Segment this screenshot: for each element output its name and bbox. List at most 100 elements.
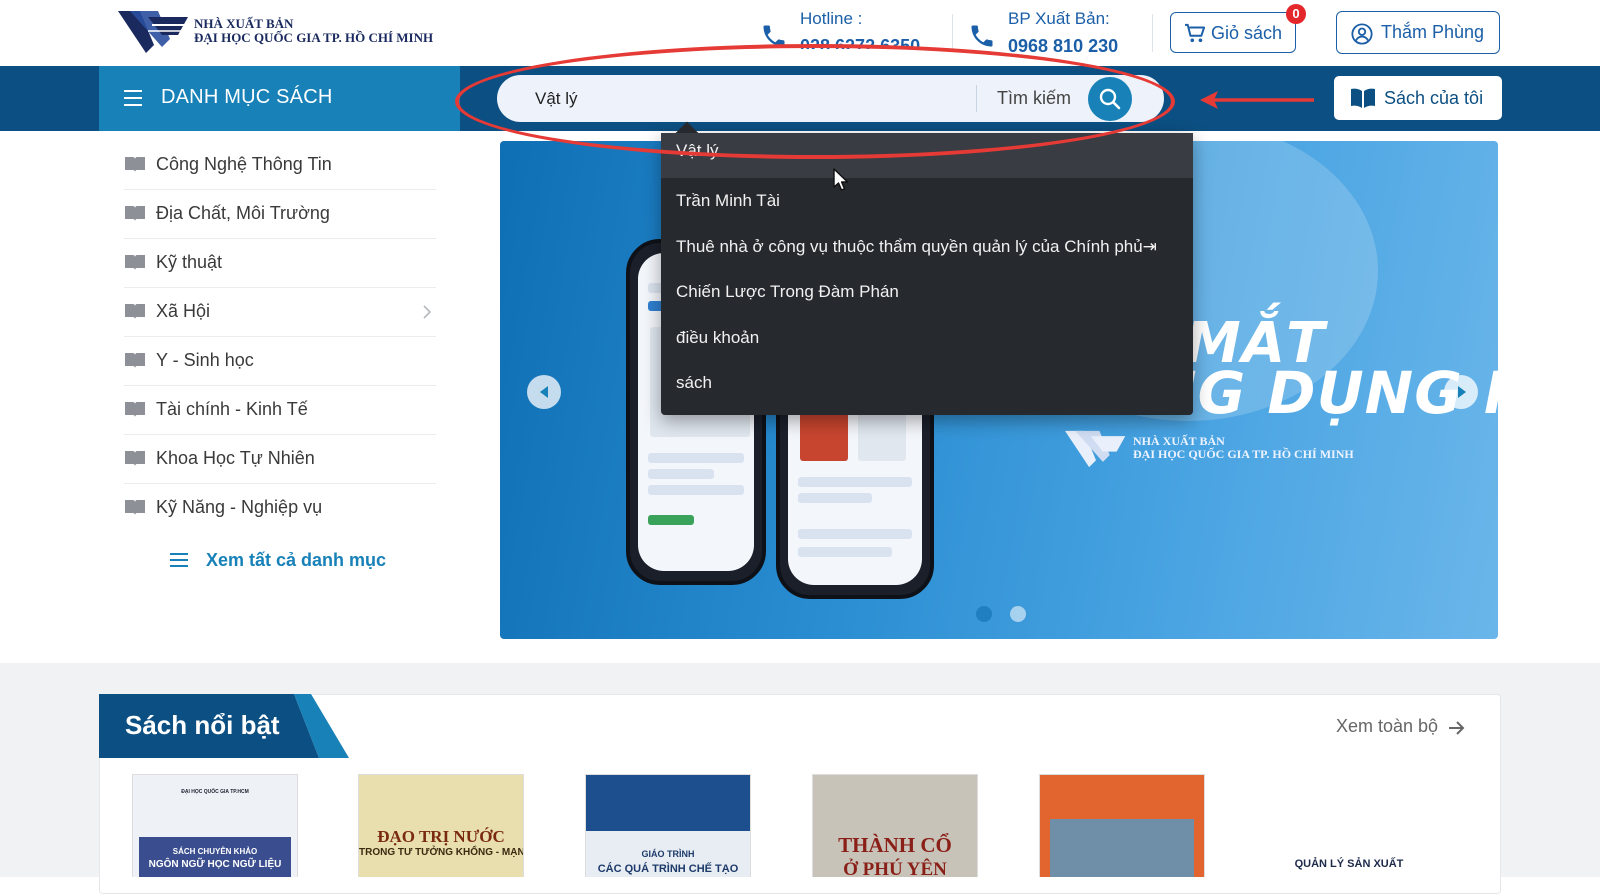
sidebar-item-label: Địa Chất, Môi Trường [156,203,330,223]
cart-label: Giỏ sách [1211,23,1283,43]
book-subtitle: SÁCH CHUYÊN KHẢO [172,847,258,856]
search-label[interactable]: Tìm kiếm [997,88,1071,109]
header-divider [952,14,953,52]
suggestion-label: Trần Minh Tài [676,191,780,210]
book-card[interactable] [1039,774,1205,877]
cart-icon [1185,23,1206,43]
book-subtitle: TRONG TƯ TƯỞNG KHỔNG - MẠNH [359,847,524,858]
sidebar-item-ky-thuat[interactable]: Kỹ thuật [124,239,436,288]
book-icon [125,157,145,172]
sidebar-item-xa-hoi[interactable]: Xã Hội [124,288,436,337]
hotline-contact[interactable]: Hotline : 028.6272.6350 [760,6,950,58]
mouse-cursor-icon [833,168,849,191]
arrow-right-icon [1449,721,1465,735]
suggestion-label: Thuê nhà ở công vụ thuộc thẩm quyền quản… [676,237,1157,256]
book-title: THÀNH CỔ [838,833,952,857]
publisher-line2: ĐẠI HỌC QUỐC GIA TP. HỒ CHÍ MINH [194,30,434,45]
suggestion-item[interactable]: Vật lý [661,133,1193,178]
book-icon [125,402,145,417]
my-books-label: Sách của tôi [1384,88,1484,108]
book-card[interactable]: GIÁO TRÌNH CÁC QUÁ TRÌNH CHẾ TẠO [585,774,751,877]
category-sidebar: Công Nghệ Thông Tin Địa Chất, Môi Trường… [124,141,436,533]
list-icon [170,553,188,567]
carousel-dot-active[interactable] [976,606,992,622]
book-icon [125,500,145,515]
see-all-categories-label: Xem tất cả danh mục [206,550,387,570]
logo-mark-icon [1065,430,1126,468]
triangle-right-icon [1458,386,1466,398]
sidebar-item-tai-chinh[interactable]: Tài chính - Kinh Tế [124,386,436,435]
sidebar-item-label: Công Nghệ Thông Tin [156,154,332,174]
sidebar-item-label: Khoa Học Tự Nhiên [156,448,315,468]
book-card[interactable]: ĐẠI HỌC QUỐC GIA TP.HCM SÁCH CHUYÊN KHẢO… [132,774,298,877]
bp-value: 0968 810 230 [1008,36,1119,56]
carousel-next-button[interactable] [1444,375,1478,409]
logo-mark-icon [118,11,190,53]
suggestion-label: Chiến Lược Trong Đàm Phán [676,282,899,301]
suggestion-item[interactable]: Thuê nhà ở công vụ thuộc thẩm quyền quản… [661,225,1193,270]
category-menu-button[interactable]: DANH MỤC SÁCH [99,66,460,131]
book-card[interactable]: QUẢN LÝ SẢN XUẤT [1266,774,1432,877]
banner-logo-line2: ĐẠI HỌC QUỐC GIA TP. HỒ CHÍ MINH [1133,447,1354,461]
see-all-featured-label: Xem toàn bộ [1336,716,1439,736]
cart-count-badge: 0 [1286,4,1306,24]
suggestion-label: điều khoản [676,328,760,347]
search-divider [976,85,977,112]
sidebar-item-label: Kỹ thuật [156,252,223,272]
suggestion-item[interactable]: Trần Minh Tài [661,179,1193,224]
book-icon [125,304,145,319]
user-account-button[interactable]: Thắm Phùng [1336,11,1500,54]
book-title: ĐẠO TRỊ NƯỚC [377,827,505,846]
book-icon [125,451,145,466]
book-title: QUẢN LÝ SẢN XUẤT [1294,858,1404,870]
sidebar-item-ky-nang[interactable]: Kỹ Năng - Nghiệp vụ [124,484,436,533]
phone-icon [971,25,993,47]
sidebar-item-label: Tài chính - Kinh Tế [156,399,308,419]
book-card[interactable]: ĐẠO TRỊ NƯỚC TRONG TƯ TƯỞNG KHỔNG - MẠNH [358,774,524,877]
publisher-logo[interactable]: NHÀ XUẤT BẢN ĐẠI HỌC QUỐC GIA TP. HỒ CHÍ… [118,9,448,55]
sidebar-item-dia-chat[interactable]: Địa Chất, Môi Trường [124,190,436,239]
see-all-featured-link[interactable]: Xem toàn bộ [1336,716,1465,740]
featured-title-tab: Sách nổi bật [99,694,349,758]
search-bar: Tìm kiếm [497,75,1164,122]
search-button[interactable] [1088,77,1132,121]
suggestion-label: sách [676,373,712,392]
sidebar-item-y-sinh-hoc[interactable]: Y - Sinh học [124,337,436,386]
book-card[interactable]: THÀNH CỔ Ở PHÚ YÊN [812,774,978,877]
hamburger-icon [124,90,142,106]
book-icon [125,255,145,270]
banner-publisher-logo: NHÀ XUẤT BẢN ĐẠI HỌC QUỐC GIA TP. HỒ CHÍ… [1065,429,1365,473]
carousel-prev-button[interactable] [527,375,561,409]
cart-button[interactable]: Giỏ sách [1170,12,1296,53]
sidebar-item-cong-nghe-thong-tin[interactable]: Công Nghệ Thông Tin [124,141,436,190]
suggestion-item[interactable]: sách [661,361,1193,406]
sidebar-item-label: Kỹ Năng - Nghiệp vụ [156,497,323,517]
publisher-name: NHÀ XUẤT BẢN ĐẠI HỌC QUỐC GIA TP. HỒ CHÍ… [194,17,433,45]
book-icon [125,206,145,221]
search-input[interactable] [497,75,975,122]
category-menu-label: DANH MỤC SÁCH [161,86,333,108]
user-name: Thắm Phùng [1381,22,1485,42]
search-suggestions-dropdown: Vật lý Trần Minh Tài Thuê nhà ở công vụ … [661,121,1193,415]
triangle-left-icon [540,386,548,398]
user-avatar-icon [1351,23,1373,45]
suggestion-item[interactable]: Chiến Lược Trong Đàm Phán [661,270,1193,315]
sidebar-item-label: Xã Hội [156,301,211,321]
my-books-button[interactable]: Sách của tôi [1334,76,1502,120]
book-icon [125,353,145,368]
chevron-right-icon [423,305,432,319]
carousel-dot[interactable] [1010,606,1026,622]
suggestion-item[interactable]: điều khoản [661,316,1193,361]
hotline-label: Hotline : [800,9,863,28]
top-header: NHÀ XUẤT BẢN ĐẠI HỌC QUỐC GIA TP. HỒ CHÍ… [0,0,1600,66]
suggestion-label: Vật lý [676,141,719,160]
bp-contact[interactable]: BP Xuất Bản: 0968 810 230 [968,6,1168,58]
book-subtitle: Ở PHÚ YÊN [843,859,947,877]
hotline-value: 028.6272.6350 [800,36,921,56]
sidebar-item-khoa-hoc-tu-nhien[interactable]: Khoa Học Tự Nhiên [124,435,436,484]
header-divider [1152,14,1153,52]
book-subtitle: GIÁO TRÌNH [641,849,695,859]
featured-title: Sách nổi bật [125,710,280,740]
sidebar-item-label: Y - Sinh học [156,350,254,370]
search-icon [1099,88,1121,110]
